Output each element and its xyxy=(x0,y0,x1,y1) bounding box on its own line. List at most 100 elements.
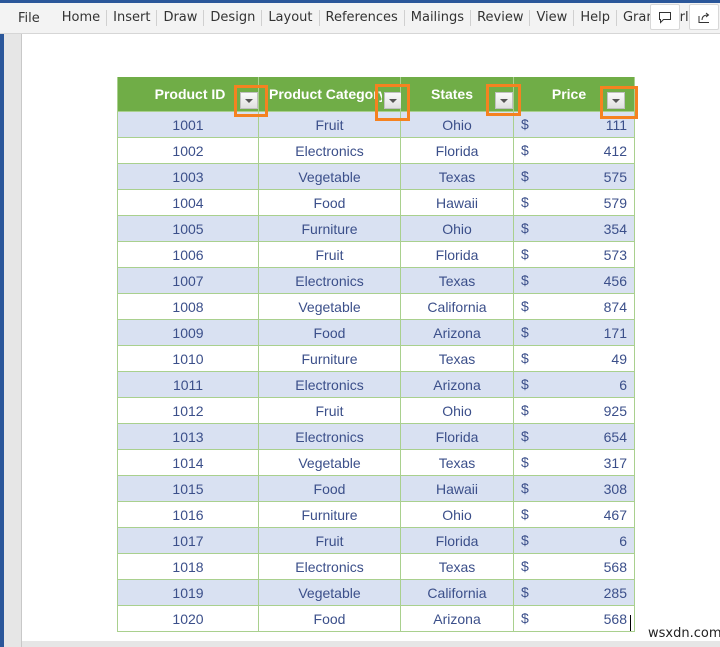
tab-insert[interactable]: Insert xyxy=(107,10,158,26)
cell-product-category[interactable]: Food xyxy=(258,189,401,216)
cell-price[interactable]: $317 xyxy=(513,449,635,476)
cell-state[interactable]: Florida xyxy=(400,423,514,450)
cell-price[interactable]: $568 xyxy=(513,553,635,580)
cell-state[interactable]: Hawaii xyxy=(400,189,514,216)
cell-product-category[interactable]: Electronics xyxy=(258,423,401,450)
cell-product-category[interactable]: Food xyxy=(258,475,401,502)
cell-state[interactable]: Ohio xyxy=(400,501,514,528)
cell-price[interactable]: $573 xyxy=(513,241,635,268)
cell-price[interactable]: $49 xyxy=(513,345,635,372)
cell-price[interactable]: $456 xyxy=(513,267,635,294)
cell-price[interactable]: $6 xyxy=(513,371,635,398)
tab-draw[interactable]: Draw xyxy=(157,10,205,26)
tab-references[interactable]: References xyxy=(320,10,405,26)
cell-product-category[interactable]: Electronics xyxy=(258,371,401,398)
cell-state[interactable]: Hawaii xyxy=(400,475,514,502)
cell-state[interactable]: Ohio xyxy=(400,397,514,424)
tab-layout[interactable]: Layout xyxy=(262,10,320,26)
cell-price[interactable]: $6 xyxy=(513,527,635,554)
cell-product-id[interactable]: 1013 xyxy=(117,423,259,450)
cell-product-category[interactable]: Fruit xyxy=(258,397,401,424)
cell-product-id[interactable]: 1019 xyxy=(117,579,259,606)
cell-price[interactable]: $171 xyxy=(513,319,635,346)
cell-price[interactable]: $874 xyxy=(513,293,635,320)
cell-product-category[interactable]: Electronics xyxy=(258,267,401,294)
cell-state[interactable]: Ohio xyxy=(400,215,514,242)
highlight-box-states xyxy=(486,84,521,116)
cell-state[interactable]: Arizona xyxy=(400,319,514,346)
cell-product-id[interactable]: 1003 xyxy=(117,163,259,190)
table-row: 1007 Electronics Texas $456 xyxy=(117,267,635,294)
comment-icon xyxy=(659,11,671,24)
price-value: 568 xyxy=(603,610,627,627)
document-bottom-margin xyxy=(22,641,720,647)
cell-product-category[interactable]: Furniture xyxy=(258,345,401,372)
cell-product-id[interactable]: 1004 xyxy=(117,189,259,216)
cell-product-category[interactable]: Food xyxy=(258,605,401,632)
cell-product-id[interactable]: 1009 xyxy=(117,319,259,346)
cell-price[interactable]: $579 xyxy=(513,189,635,216)
tab-file[interactable]: File xyxy=(0,11,58,26)
cell-product-category[interactable]: Fruit xyxy=(258,527,401,554)
cell-state[interactable]: Texas xyxy=(400,449,514,476)
cell-price[interactable]: $654 xyxy=(513,423,635,450)
cell-product-category[interactable]: Electronics xyxy=(258,553,401,580)
cell-product-category[interactable]: Electronics xyxy=(258,137,401,164)
cell-product-category[interactable]: Vegetable xyxy=(258,163,401,190)
cell-product-category[interactable]: Vegetable xyxy=(258,449,401,476)
cell-product-id[interactable]: 1007 xyxy=(117,267,259,294)
cell-price[interactable]: $575 xyxy=(513,163,635,190)
cell-state[interactable]: Florida xyxy=(400,527,514,554)
tab-view[interactable]: View xyxy=(530,10,575,26)
tab-design[interactable]: Design xyxy=(204,10,263,26)
share-button[interactable] xyxy=(689,4,719,30)
comments-button[interactable] xyxy=(650,4,680,30)
cell-price[interactable]: $308 xyxy=(513,475,635,502)
cell-product-category[interactable]: Vegetable xyxy=(258,293,401,320)
currency-symbol: $ xyxy=(521,428,529,444)
cell-product-id[interactable]: 1014 xyxy=(117,449,259,476)
cell-product-id[interactable]: 1018 xyxy=(117,553,259,580)
cell-product-id[interactable]: 1020 xyxy=(117,605,259,632)
price-value: 568 xyxy=(603,558,627,575)
cell-state[interactable]: Florida xyxy=(400,137,514,164)
cell-product-category[interactable]: Fruit xyxy=(258,241,401,268)
cell-product-id[interactable]: 1010 xyxy=(117,345,259,372)
tab-help[interactable]: Help xyxy=(574,10,617,26)
price-value: 308 xyxy=(603,480,627,497)
cell-state[interactable]: Texas xyxy=(400,345,514,372)
cell-state[interactable]: Arizona xyxy=(400,371,514,398)
cell-product-category[interactable]: Food xyxy=(258,319,401,346)
price-value: 925 xyxy=(603,402,627,419)
cell-state[interactable]: Arizona xyxy=(400,605,514,632)
cell-price[interactable]: $467 xyxy=(513,501,635,528)
cell-product-id[interactable]: 1017 xyxy=(117,527,259,554)
cell-price[interactable]: $354 xyxy=(513,215,635,242)
cell-state[interactable]: Texas xyxy=(400,553,514,580)
cell-product-category[interactable]: Furniture xyxy=(258,215,401,242)
cell-price[interactable]: $285 xyxy=(513,579,635,606)
cell-product-id[interactable]: 1006 xyxy=(117,241,259,268)
cell-price[interactable]: $412 xyxy=(513,137,635,164)
cell-product-id[interactable]: 1011 xyxy=(117,371,259,398)
cell-product-id[interactable]: 1015 xyxy=(117,475,259,502)
table-row: 1002 Electronics Florida $412 xyxy=(117,137,635,164)
cell-state[interactable]: Texas xyxy=(400,267,514,294)
cell-product-id[interactable]: 1002 xyxy=(117,137,259,164)
cell-state[interactable]: Texas xyxy=(400,163,514,190)
cell-product-category[interactable]: Vegetable xyxy=(258,579,401,606)
cell-state[interactable]: Florida xyxy=(400,241,514,268)
cell-state[interactable]: California xyxy=(400,579,514,606)
cell-product-category[interactable]: Furniture xyxy=(258,501,401,528)
cell-state[interactable]: California xyxy=(400,293,514,320)
cell-price[interactable]: $568 xyxy=(513,605,635,632)
tab-home[interactable]: Home xyxy=(58,10,108,26)
cell-product-id[interactable]: 1008 xyxy=(117,293,259,320)
cell-product-id[interactable]: 1012 xyxy=(117,397,259,424)
cell-product-id[interactable]: 1016 xyxy=(117,501,259,528)
text-cursor xyxy=(630,615,631,631)
tab-mailings[interactable]: Mailings xyxy=(405,10,472,26)
cell-price[interactable]: $925 xyxy=(513,397,635,424)
tab-review[interactable]: Review xyxy=(471,10,531,26)
cell-product-id[interactable]: 1005 xyxy=(117,215,259,242)
